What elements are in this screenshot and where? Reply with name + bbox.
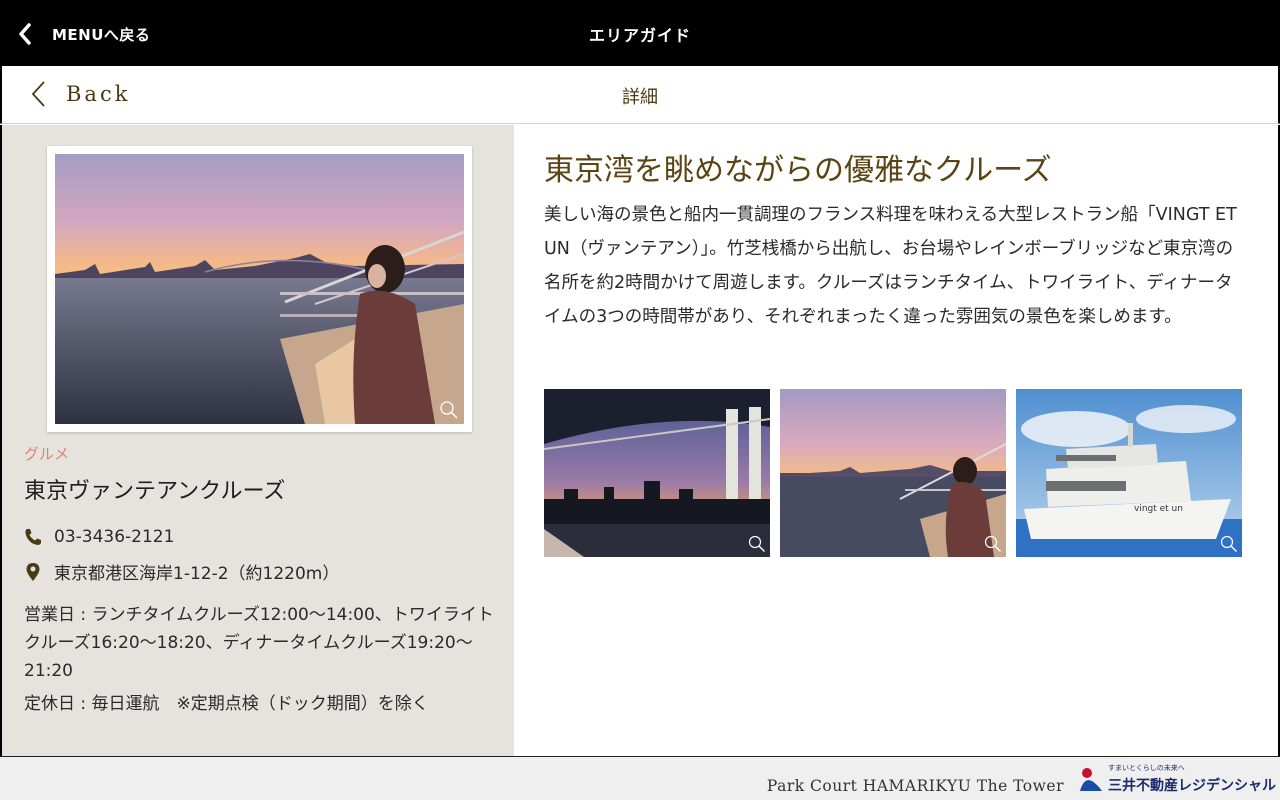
main-photo[interactable] [55,154,464,424]
magnifier-icon [984,535,1001,552]
article-panel: 東京湾を眺めながらの優雅なクルーズ 美しい海の景色と船内一貫調理のフランス料理を… [514,125,1280,756]
address: 東京都港区海岸1-12-2（約1220m） [54,564,340,584]
ship-name-text: vingt et un [1134,504,1183,514]
magnifier-icon[interactable] [439,400,459,420]
footer: Park Court HAMARIKYU The Tower すまいとくらしの未… [0,756,1280,800]
property-brand: Park Court HAMARIKYU The Tower [766,777,1064,795]
page-title: 詳細 [622,87,658,108]
gallery-thumb-deck[interactable] [780,389,1006,557]
gallery-thumb-bridge[interactable] [544,389,770,557]
main-photo-frame[interactable] [47,146,472,432]
gallery-thumb-ship[interactable]: vingt et un [1016,389,1242,557]
address-row[interactable]: 東京都港区海岸1-12-2（約1220m） [24,559,339,584]
map-pin-icon [26,562,40,581]
spot-name: 東京ヴァンテアンクルーズ [24,479,286,504]
phone-icon [25,529,41,545]
article-body: 美しい海の景色と船内一貫調理のフランス料理を味わえる大型レストラン船「VINGT… [544,205,1237,327]
closed-days: 定休日 : 毎日運航 ※定期点検（ドック期間）を除く [24,694,429,714]
article-headline: 東京湾を眺めながらの優雅なクルーズ [544,153,1052,188]
logo-text: 三井不動産レジデンシャル [1108,778,1276,794]
company-logo-mark-icon [1080,768,1102,791]
magnifier-icon [1220,535,1237,552]
magnifier-icon [748,535,765,552]
company-logo: すまいとくらしの未来へ 三井不動産レジデンシャル [1078,764,1276,795]
spot-info-panel: グルメ 東京ヴァンテアンクルーズ 03-3436-2121 東京都港区海岸1-1… [0,125,514,756]
phone-number[interactable]: 03-3436-2121 [54,527,174,547]
business-hours: 営業日 : ランチタイムクルーズ12:00〜14:00、トワイライトクルーズ16… [24,605,494,681]
sub-header: Back 詳細 [0,66,1280,124]
phone-row[interactable]: 03-3436-2121 [24,527,174,547]
category-label: グルメ [24,445,70,463]
app-title: エリアガイド [588,26,691,45]
logo-tagline: すまいとくらしの未来へ [1108,764,1185,772]
top-bar: MENUへ戻る エリアガイド [0,0,1280,66]
